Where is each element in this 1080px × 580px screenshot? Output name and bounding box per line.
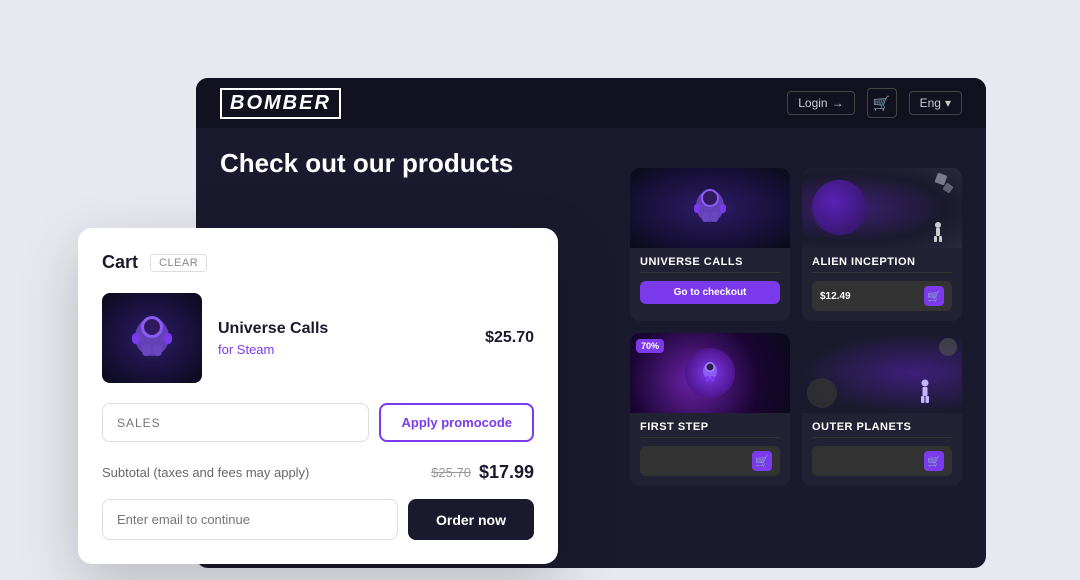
product-image-alien-inception bbox=[802, 168, 962, 248]
subtotal-row: Subtotal (taxes and fees may apply) $25.… bbox=[102, 462, 534, 483]
divider bbox=[812, 272, 952, 273]
login-button[interactable]: Login → bbox=[787, 91, 854, 115]
product-info-first-step: FIRST STEP 🛒 bbox=[630, 413, 790, 486]
astronaut-small bbox=[696, 357, 724, 389]
standing-figure bbox=[918, 379, 932, 405]
divider bbox=[640, 437, 780, 438]
cart-icon: 🛒 bbox=[873, 95, 890, 112]
go-to-checkout-button[interactable]: Go to checkout bbox=[640, 281, 780, 304]
apply-promo-button[interactable]: Apply promocode bbox=[379, 403, 534, 442]
sphere-decoration bbox=[807, 378, 837, 408]
login-icon: → bbox=[832, 96, 844, 110]
product-title-universe-calls: UNIVERSE CALLS bbox=[640, 256, 780, 268]
circle-bg bbox=[685, 348, 735, 398]
cart-header: Cart CLEAR bbox=[102, 252, 534, 273]
product-title-first-step: FIRST STEP bbox=[640, 421, 780, 433]
cart-item: Universe Calls for Steam $25.70 bbox=[102, 293, 534, 383]
language-selector[interactable]: Eng ▾ bbox=[909, 91, 962, 115]
products-grid: UNIVERSE CALLS Go to checkout bbox=[606, 168, 986, 486]
cart-title: Cart bbox=[102, 252, 138, 273]
product-info-universe-calls: UNIVERSE CALLS Go to checkout bbox=[630, 248, 790, 314]
chevron-down-icon: ▾ bbox=[945, 96, 951, 110]
cart-item-price: $25.70 bbox=[485, 329, 534, 347]
subtotal-label: Subtotal (taxes and fees may apply) bbox=[102, 465, 309, 480]
product-card-universe-calls[interactable]: UNIVERSE CALLS Go to checkout bbox=[630, 168, 790, 321]
cart-astronaut-decoration bbox=[117, 303, 187, 373]
email-input[interactable] bbox=[102, 499, 398, 540]
product-image-first-step: 70% bbox=[630, 333, 790, 413]
cart-panel: Cart CLEAR Universe Calls for Steam $25.… bbox=[78, 228, 558, 564]
product-info-outer-planets: OUTER PLANETS 🛒 bbox=[802, 413, 962, 486]
product-card-first-step[interactable]: 70% FIRST STEP 🛒 bbox=[630, 333, 790, 486]
discount-badge-first-step: 70% bbox=[636, 339, 664, 353]
product-info-alien-inception: ALIEN INCEPTION $12.49 🛒 bbox=[802, 248, 962, 321]
sphere-small bbox=[939, 338, 957, 356]
product-title-alien-inception: ALIEN INCEPTION bbox=[812, 256, 952, 268]
cart-button[interactable]: 🛒 bbox=[867, 88, 897, 118]
product-image-outer-planets bbox=[802, 333, 962, 413]
planet-decoration bbox=[812, 180, 867, 235]
promo-input[interactable] bbox=[102, 403, 369, 442]
final-price: $17.99 bbox=[479, 462, 534, 483]
product-title-outer-planets: OUTER PLANETS bbox=[812, 421, 952, 433]
add-to-cart-first-step[interactable]: 🛒 bbox=[752, 451, 772, 471]
promo-section: Apply promocode bbox=[102, 403, 534, 442]
product-card-alien-inception[interactable]: ALIEN INCEPTION $12.49 🛒 bbox=[802, 168, 962, 321]
cart-item-platform: for Steam bbox=[218, 342, 469, 357]
header-right: Login → 🛒 Eng ▾ bbox=[787, 88, 962, 118]
add-to-cart-outer-planets[interactable]: 🛒 bbox=[924, 451, 944, 471]
product-image-universe-calls bbox=[630, 168, 790, 248]
original-price: $25.70 bbox=[431, 465, 471, 480]
person-silhouette bbox=[932, 221, 944, 243]
divider bbox=[812, 437, 952, 438]
add-to-cart-alien-inception[interactable]: 🛒 bbox=[924, 286, 944, 306]
product-card-outer-planets[interactable]: OUTER PLANETS 🛒 bbox=[802, 333, 962, 486]
order-now-button[interactable]: Order now bbox=[408, 499, 534, 540]
clear-cart-button[interactable]: CLEAR bbox=[150, 254, 207, 272]
astronaut-decoration bbox=[680, 178, 740, 238]
price-section-first-step: 🛒 bbox=[640, 446, 780, 476]
order-section: Order now bbox=[102, 499, 534, 540]
price-section-alien-inception: $12.49 🛒 bbox=[812, 281, 952, 311]
cart-item-details: Universe Calls for Steam bbox=[218, 320, 469, 357]
header: BOMBER Login → 🛒 Eng ▾ bbox=[196, 78, 986, 128]
divider bbox=[640, 272, 780, 273]
cart-item-image bbox=[102, 293, 202, 383]
cart-item-name: Universe Calls bbox=[218, 320, 469, 338]
subtotal-prices: $25.70 $17.99 bbox=[431, 462, 534, 483]
logo: BOMBER bbox=[220, 88, 341, 119]
price-alien-inception: $12.49 bbox=[820, 291, 851, 302]
geometric-shapes bbox=[928, 172, 958, 202]
price-section-outer-planets: 🛒 bbox=[812, 446, 952, 476]
